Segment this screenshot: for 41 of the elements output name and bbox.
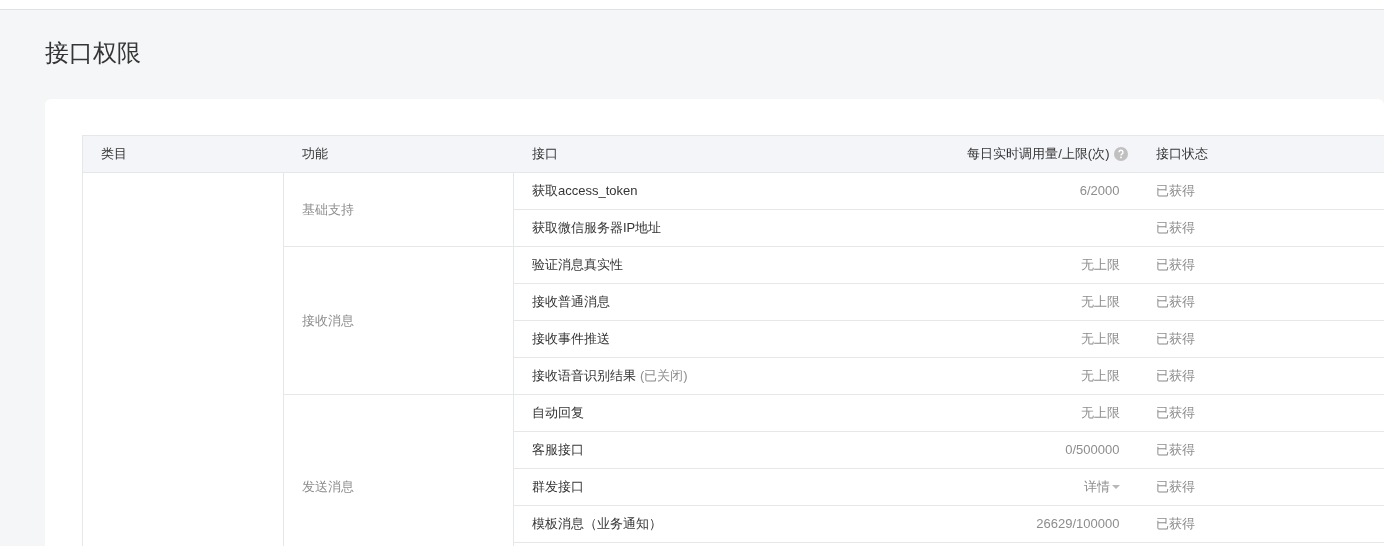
status-label: 已获得	[1155, 442, 1195, 458]
function-label: 基础支持	[302, 201, 354, 217]
column-header: 接口	[531, 146, 558, 162]
quota-value: 26629/100000	[1036, 516, 1120, 532]
function-label: 接收消息	[302, 312, 354, 328]
caret-icon	[1111, 484, 1120, 490]
help-icon[interactable]	[1113, 147, 1128, 161]
details-dropdown[interactable]: 详情	[1083, 477, 1120, 497]
interface-name: 接收语音识别结果	[532, 368, 636, 384]
status-label: 已获得	[1155, 294, 1195, 310]
interface-name: 客服接口	[532, 442, 584, 458]
interface-name: 验证消息真实性	[532, 257, 623, 273]
interface-name: 模板消息（业务通知）	[532, 516, 662, 532]
interface-name: 接收普通消息	[532, 294, 610, 310]
page-title: 接口权限	[45, 38, 141, 68]
status-label: 已获得	[1155, 368, 1195, 384]
status-label: 已获得	[1155, 257, 1195, 273]
status-label: 已获得	[1155, 405, 1195, 421]
quota-value: 无上限	[1080, 257, 1120, 273]
column-header: 功能	[301, 146, 328, 162]
closed-note: (已关闭)	[640, 368, 688, 384]
interface-name: 获取微信服务器IP地址	[532, 220, 662, 236]
status-label: 已获得	[1155, 479, 1195, 495]
quota-value: 无上限	[1080, 368, 1120, 384]
interface-name: 获取access_token	[532, 183, 638, 199]
interface-name: 接收事件推送	[532, 331, 610, 347]
status-label: 已获得	[1155, 516, 1195, 532]
interface-name: 群发接口	[532, 479, 584, 495]
column-header: 类目	[101, 146, 127, 162]
interface-name: 自动回复	[532, 405, 584, 421]
quota-value: 无上限	[1080, 331, 1120, 347]
function-label: 发送消息	[302, 479, 354, 495]
column-header: 每日实时调用量/上限(次)	[967, 145, 1110, 164]
quota-value: 无上限	[1080, 405, 1120, 421]
quota-value: 0/500000	[1065, 442, 1120, 458]
status-label: 已获得	[1155, 331, 1195, 347]
column-header: 接口状态	[1155, 146, 1208, 162]
quota-value: 无上限	[1080, 294, 1120, 310]
status-label: 已获得	[1155, 220, 1195, 236]
quota-value: 6/2000	[1079, 183, 1120, 199]
status-label: 已获得	[1155, 183, 1195, 199]
